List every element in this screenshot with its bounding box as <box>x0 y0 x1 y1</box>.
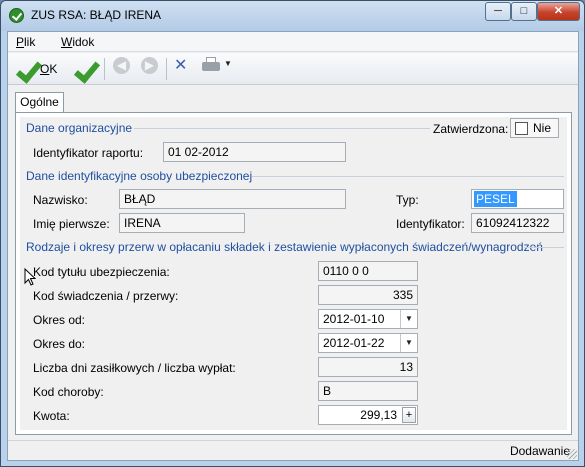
okres-od-label: Okres od: <box>33 313 86 327</box>
save-check-icon <box>74 59 94 79</box>
kod-tytulu-field[interactable]: 0110 0 0 <box>318 261 418 281</box>
menu-plik-accel: P <box>16 35 25 49</box>
toolbar: OK ◀ ▶ ✕ ▼ <box>8 53 578 85</box>
tools-icon[interactable]: ✕ <box>174 55 187 75</box>
okres-od-field[interactable]: 2012-01-10 ▼ <box>318 309 418 329</box>
ok-accel: O <box>40 62 50 76</box>
zatwierdzona-checkbox[interactable]: Nie <box>510 118 559 138</box>
forward-icon[interactable]: ▶ <box>141 57 158 74</box>
identyfikator-raportu-field[interactable]: 01 02-2012 <box>163 142 346 162</box>
zatwierdzona-label: Zatwierdzona: <box>433 122 509 136</box>
nazwisko-field[interactable]: BŁĄD <box>119 189 346 209</box>
kwota-field[interactable]: 299,13 + <box>318 405 418 425</box>
section-title-organizacyjne: Dane organizacyjne <box>26 121 133 135</box>
identyfikator-raportu-label: Identyfikator raportu: <box>33 146 144 160</box>
typ-value: PESEL <box>474 191 517 207</box>
identyfikator-osoby-label: Identyfikator: <box>396 217 465 231</box>
kod-swiadczenia-field[interactable]: 335 <box>318 285 418 305</box>
app-window: ZUS RSA: BŁĄD IRENA ─ □ ✕ Plik Widok OK … <box>0 0 585 467</box>
menu-bar: Plik Widok <box>8 32 578 52</box>
window-content: Plik Widok OK ◀ ▶ ✕ ▼ Ogólne Dane organi… <box>7 31 579 461</box>
window-title: ZUS RSA: BŁĄD IRENA <box>31 8 162 22</box>
tab-ogolne[interactable]: Ogólne <box>15 92 64 113</box>
ok-label: OK <box>40 62 57 76</box>
kwota-label: Kwota: <box>33 409 70 423</box>
resize-grip-icon[interactable] <box>567 449 577 459</box>
typ-field[interactable]: PESEL <box>471 189 564 209</box>
plus-icon[interactable]: + <box>402 407 416 423</box>
tab-panel: Dane organizacyjne Zatwierdzona: Nie Ide… <box>15 112 572 435</box>
imie-label: Imię pierwsze: <box>33 217 110 231</box>
menu-widok-label: idok <box>72 35 95 49</box>
chevron-down-icon[interactable]: ▼ <box>400 310 417 328</box>
toolbar-separator <box>166 58 167 80</box>
app-icon <box>9 8 24 23</box>
section-title-przerwy: Rodzaje i okresy przerw w opłacaniu skła… <box>26 240 543 254</box>
liczba-dni-field[interactable]: 13 <box>318 357 418 377</box>
section-divider <box>252 176 564 177</box>
section-divider <box>524 247 564 248</box>
kod-tytulu-label: Kod tytułu ubezpieczenia: <box>33 265 170 279</box>
kod-swiadczenia-label: Kod świadczenia / przerwy: <box>33 289 179 303</box>
checkbox-box <box>515 122 528 135</box>
status-bar: Dodawanie <box>8 440 578 460</box>
typ-label: Typ: <box>396 193 419 207</box>
ok-check-icon <box>16 59 36 79</box>
section-title-osoba: Dane identyfikacyjne osoby ubezpieczonej <box>26 169 253 183</box>
okres-do-value: 2012-01-22 <box>323 336 385 350</box>
save-check-button[interactable] <box>72 57 98 81</box>
toolbar-separator <box>104 58 105 80</box>
ok-label-rest: K <box>49 62 58 76</box>
identyfikator-osoby-field[interactable]: 61092412322 <box>471 213 564 233</box>
imie-field[interactable]: IRENA <box>119 213 245 233</box>
mouse-cursor-icon <box>24 268 36 286</box>
menu-widok[interactable]: Widok <box>61 35 94 49</box>
minimize-button[interactable]: ─ <box>485 2 511 21</box>
liczba-dni-label: Liczba dni zasiłkowych / liczba wypłat: <box>33 361 236 375</box>
menu-plik[interactable]: Plik <box>16 35 35 49</box>
dropdown-arrow-icon[interactable]: ▼ <box>224 59 232 68</box>
status-text: Dodawanie <box>509 444 570 458</box>
menu-plik-label: lik <box>24 35 36 49</box>
chevron-down-icon[interactable]: ▼ <box>400 334 417 352</box>
okres-od-value: 2012-01-10 <box>323 312 385 326</box>
maximize-button[interactable]: □ <box>511 2 537 21</box>
title-bar[interactable]: ZUS RSA: BŁĄD IRENA ─ □ ✕ <box>1 1 584 31</box>
menu-widok-accel: W <box>61 35 73 49</box>
okres-do-label: Okres do: <box>33 337 86 351</box>
kod-choroby-field[interactable]: B <box>318 381 418 401</box>
back-icon[interactable]: ◀ <box>113 57 130 74</box>
kwota-value: 299,13 <box>360 408 397 422</box>
okres-do-field[interactable]: 2012-01-22 ▼ <box>318 333 418 353</box>
section-divider <box>134 128 430 129</box>
nazwisko-label: Nazwisko: <box>33 193 88 207</box>
kod-choroby-label: Kod choroby: <box>33 385 104 399</box>
zatwierdzona-value: Nie <box>533 121 552 135</box>
printer-icon[interactable] <box>202 57 220 73</box>
ok-button[interactable]: OK <box>14 57 70 81</box>
close-button[interactable]: ✕ <box>537 2 580 21</box>
